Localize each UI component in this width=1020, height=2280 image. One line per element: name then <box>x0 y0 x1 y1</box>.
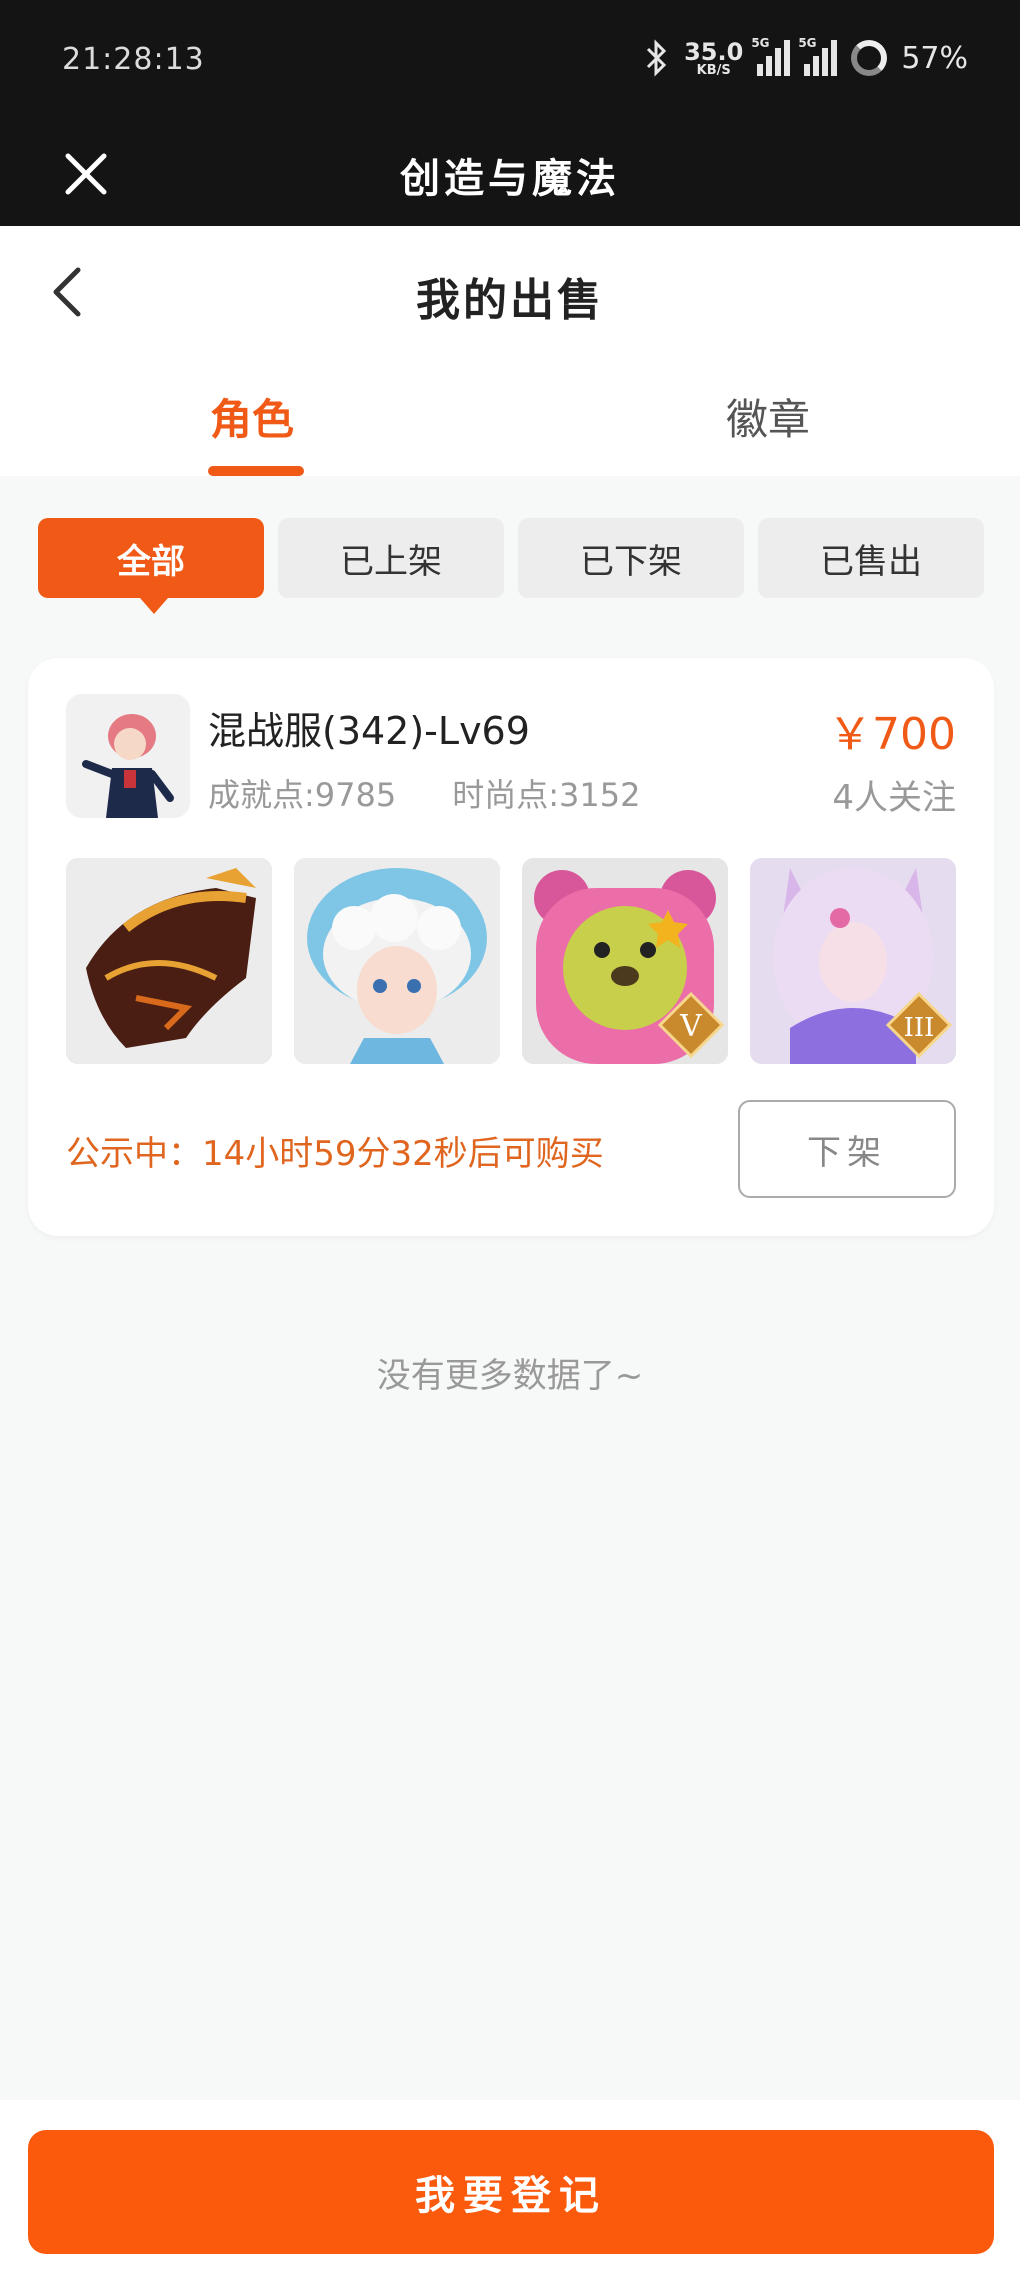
tab-indicator <box>208 466 304 476</box>
character-name: 混战服(342)-Lv69 <box>208 709 530 753</box>
item-thumbnails: V III <box>66 858 956 1064</box>
thumbnail-fox-girl[interactable]: III <box>750 858 956 1064</box>
svg-text:V: V <box>679 1009 703 1044</box>
app-title: 创造与魔法 <box>400 155 620 202</box>
tab-role[interactable]: 角色 <box>210 386 294 447</box>
offshelf-button[interactable]: 下架 <box>738 1100 956 1198</box>
filter-all[interactable]: 全部 <box>38 518 264 614</box>
filter-bar: 全部 已上架 已下架 已售出 <box>38 518 984 614</box>
rank-badge-icon: III <box>886 992 952 1058</box>
svg-text:III: III <box>904 1013 935 1043</box>
page-header: 我的出售 角色 徽章 <box>0 226 1020 476</box>
thumbnail-dragon-mount[interactable] <box>66 858 272 1064</box>
status-time: 21:28:13 <box>62 42 205 77</box>
signal-icon-2: 5G <box>798 36 838 76</box>
signal-icon: 5G <box>751 36 791 76</box>
character-avatar <box>66 694 190 818</box>
rank-badge-icon: V <box>658 992 724 1058</box>
filter-sold[interactable]: 已售出 <box>758 518 984 598</box>
network-speed: 35.0 KB/S <box>684 37 744 78</box>
followers-count: 4人关注 <box>832 778 956 818</box>
thumbnail-blue-hair-doll[interactable] <box>294 858 500 1064</box>
status-icons: 35.0 KB/S 5G 5G 57% <box>644 34 968 82</box>
register-button[interactable]: 我要登记 <box>28 2130 994 2254</box>
listing-card[interactable]: 混战服(342)-Lv69 成就点:9785 时尚点:3152 ￥700 4人关… <box>28 658 994 1236</box>
publicity-notice: 公示中：14小时59分32秒后可购买 <box>66 1134 604 1174</box>
no-more-data: 没有更多数据了~ <box>376 1356 644 1396</box>
status-bar: 21:28:13 35.0 KB/S 5G 5G 57% <box>0 0 1020 118</box>
price: ￥700 <box>828 709 956 760</box>
character-stats: 成就点:9785 时尚点:3152 <box>208 770 640 816</box>
battery-level: 57% <box>901 40 968 76</box>
fashion-points: 时尚点:3152 <box>452 776 641 814</box>
battery-icon <box>851 40 888 76</box>
filter-listed[interactable]: 已上架 <box>278 518 504 598</box>
bluetooth-icon <box>647 39 667 77</box>
bottom-bar: 我要登记 <box>0 2100 1020 2280</box>
tab-badge[interactable]: 徽章 <box>726 386 810 447</box>
filter-delisted[interactable]: 已下架 <box>518 518 744 598</box>
achievement-points: 成就点:9785 <box>208 776 397 814</box>
thumbnail-pink-bear[interactable]: V <box>522 858 728 1064</box>
app-bar: 创造与魔法 <box>0 118 1020 226</box>
page-title: 我的出售 <box>416 275 604 326</box>
